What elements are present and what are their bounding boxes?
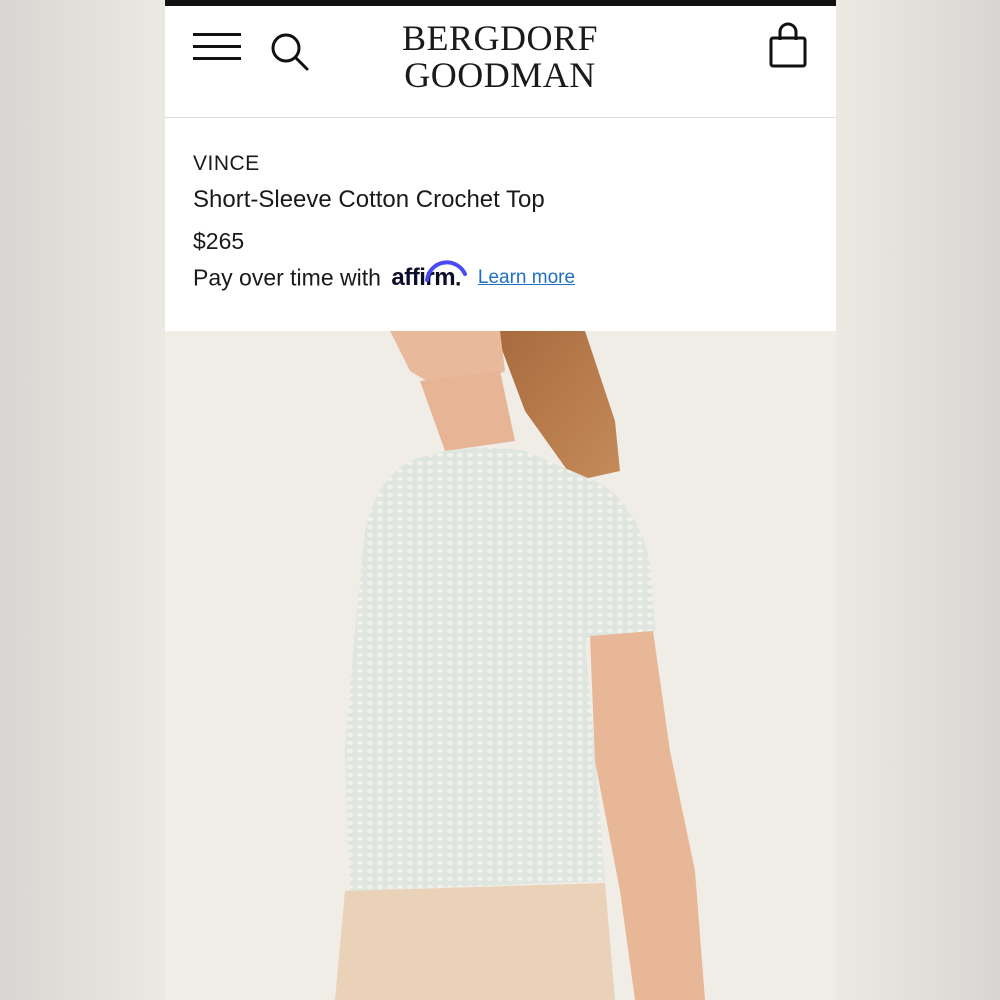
- hamburger-menu-icon[interactable]: [193, 33, 241, 63]
- affirm-logo: affirm: [391, 260, 468, 292]
- product-title: Short-Sleeve Cotton Crochet Top: [193, 186, 545, 213]
- shopping-bag-icon[interactable]: [767, 22, 811, 70]
- site-header: BERGDORF GOODMAN: [165, 6, 836, 118]
- search-icon[interactable]: [269, 31, 311, 73]
- left-blur-panel: [0, 0, 165, 1000]
- pay-over-time-text: Pay over time with: [193, 264, 381, 291]
- model-wearing-crochet-top-image: [165, 331, 836, 1000]
- right-blur-panel: [836, 0, 1000, 1000]
- product-price: $265: [193, 228, 245, 254]
- affirm-arc-icon: [425, 260, 468, 282]
- affirm-financing-row: Pay over time with affirm . Learn more: [193, 260, 575, 300]
- logo-line-1: BERGDORF: [401, 18, 599, 58]
- product-brand[interactable]: VINCE: [193, 152, 260, 176]
- learn-more-link[interactable]: Learn more: [478, 267, 575, 288]
- bergdorf-goodman-logo[interactable]: BERGDORF GOODMAN: [400, 20, 600, 93]
- product-image[interactable]: [165, 331, 836, 1000]
- phone-screen: BERGDORF GOODMAN VINCE Short-Sleeve Cott…: [165, 0, 836, 1000]
- product-info-panel: VINCE Short-Sleeve Cotton Crochet Top $2…: [165, 118, 836, 331]
- logo-line-2: GOODMAN: [404, 55, 596, 95]
